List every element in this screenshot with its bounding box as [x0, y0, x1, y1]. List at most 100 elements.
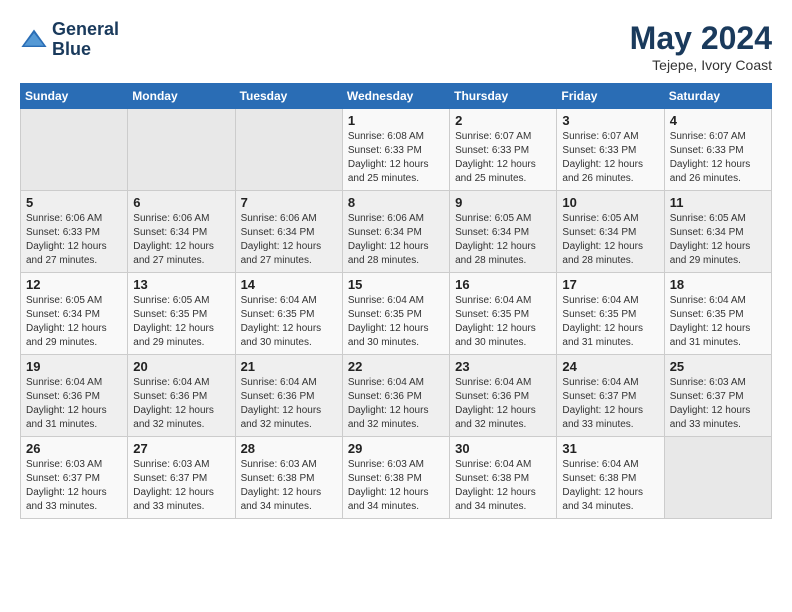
- day-info: Sunrise: 6:05 AMSunset: 6:34 PMDaylight:…: [26, 294, 122, 350]
- logo-line2: Blue: [52, 40, 119, 60]
- day-cell: 2 Sunrise: 6:07 AMSunset: 6:33 PMDaylight…: [450, 109, 557, 191]
- day-info: Sunrise: 6:04 AMSunset: 6:36 PMDaylight:…: [133, 376, 229, 432]
- logo-line1: General: [52, 20, 119, 40]
- day-info: Sunrise: 6:06 AMSunset: 6:34 PMDaylight:…: [241, 212, 337, 268]
- day-info: Sunrise: 6:04 AMSunset: 6:38 PMDaylight:…: [455, 458, 551, 514]
- day-info: Sunrise: 6:04 AMSunset: 6:35 PMDaylight:…: [670, 294, 766, 350]
- day-number: 5: [26, 195, 122, 210]
- day-cell: 23 Sunrise: 6:04 AMSunset: 6:36 PMDayligh…: [450, 355, 557, 437]
- calendar-body: 1Sunrise: 6:08 AMSunset: 6:33 PMDaylight…: [21, 109, 772, 519]
- day-info: Sunrise: 6:04 AMSunset: 6:35 PMDaylight:…: [455, 294, 551, 350]
- day-number: 23: [455, 359, 551, 374]
- day-cell: [128, 109, 235, 191]
- day-number: 9: [455, 195, 551, 210]
- day-cell: 22Sunrise: 6:04 AMSunset: 6:36 PMDayligh…: [342, 355, 449, 437]
- week-row-3: 12 Sunrise: 6:05 AMSunset: 6:34 PMDayligh…: [21, 273, 772, 355]
- day-number: 26: [26, 441, 122, 456]
- day-info: Sunrise: 6:04 AMSunset: 6:37 PMDaylight:…: [562, 376, 658, 432]
- day-info: Sunrise: 6:04 AMSunset: 6:38 PMDaylight:…: [562, 458, 658, 514]
- month-title: May 2024: [630, 20, 772, 57]
- day-cell: 18 Sunrise: 6:04 AMSunset: 6:35 PMDayligh…: [664, 273, 771, 355]
- day-info: Sunrise: 6:04 AMSunset: 6:35 PMDaylight:…: [562, 294, 658, 350]
- day-cell: 11Sunrise: 6:05 AMSunset: 6:34 PMDayligh…: [664, 191, 771, 273]
- day-info: Sunrise: 6:04 AMSunset: 6:36 PMDaylight:…: [26, 376, 122, 432]
- day-number: 7: [241, 195, 337, 210]
- day-number: 11: [670, 195, 766, 210]
- day-number: 18: [670, 277, 766, 292]
- day-number: 3: [562, 113, 658, 128]
- day-info: Sunrise: 6:05 AMSunset: 6:35 PMDaylight:…: [133, 294, 229, 350]
- day-info: Sunrise: 6:04 AMSunset: 6:35 PMDaylight:…: [241, 294, 337, 350]
- day-info: Sunrise: 6:07 AMSunset: 6:33 PMDaylight:…: [455, 130, 551, 186]
- day-info: Sunrise: 6:06 AMSunset: 6:33 PMDaylight:…: [26, 212, 122, 268]
- day-cell: 28Sunrise: 6:03 AMSunset: 6:38 PMDayligh…: [235, 437, 342, 519]
- day-cell: 15 Sunrise: 6:04 AMSunset: 6:35 PMDayligh…: [342, 273, 449, 355]
- day-number: 27: [133, 441, 229, 456]
- day-cell: 16 Sunrise: 6:04 AMSunset: 6:35 PMDayligh…: [450, 273, 557, 355]
- day-number: 17: [562, 277, 658, 292]
- day-number: 31: [562, 441, 658, 456]
- day-cell: 30 Sunrise: 6:04 AMSunset: 6:38 PMDayligh…: [450, 437, 557, 519]
- day-cell: 25 Sunrise: 6:03 AMSunset: 6:37 PMDayligh…: [664, 355, 771, 437]
- day-number: 4: [670, 113, 766, 128]
- logo: General Blue: [20, 20, 119, 60]
- day-cell: 27Sunrise: 6:03 AMSunset: 6:37 PMDayligh…: [128, 437, 235, 519]
- day-cell: 14 Sunrise: 6:04 AMSunset: 6:35 PMDayligh…: [235, 273, 342, 355]
- day-info: Sunrise: 6:06 AMSunset: 6:34 PMDaylight:…: [133, 212, 229, 268]
- day-cell: 8Sunrise: 6:06 AMSunset: 6:34 PMDaylight…: [342, 191, 449, 273]
- header-cell-friday: Friday: [557, 84, 664, 109]
- day-cell: 24 Sunrise: 6:04 AMSunset: 6:37 PMDayligh…: [557, 355, 664, 437]
- day-number: 25: [670, 359, 766, 374]
- day-cell: 26Sunrise: 6:03 AMSunset: 6:37 PMDayligh…: [21, 437, 128, 519]
- title-block: May 2024 Tejepe, Ivory Coast: [630, 20, 772, 73]
- day-number: 13: [133, 277, 229, 292]
- day-cell: 7 Sunrise: 6:06 AMSunset: 6:34 PMDaylight…: [235, 191, 342, 273]
- day-cell: 5 Sunrise: 6:06 AMSunset: 6:33 PMDaylight…: [21, 191, 128, 273]
- day-info: Sunrise: 6:05 AMSunset: 6:34 PMDaylight:…: [455, 212, 551, 268]
- day-number: 16: [455, 277, 551, 292]
- day-number: 21: [241, 359, 337, 374]
- day-number: 10: [562, 195, 658, 210]
- day-cell: 3 Sunrise: 6:07 AMSunset: 6:33 PMDaylight…: [557, 109, 664, 191]
- day-info: Sunrise: 6:03 AMSunset: 6:38 PMDaylight:…: [348, 458, 444, 514]
- day-number: 24: [562, 359, 658, 374]
- day-cell: 12 Sunrise: 6:05 AMSunset: 6:34 PMDayligh…: [21, 273, 128, 355]
- day-cell: [664, 437, 771, 519]
- day-cell: 6 Sunrise: 6:06 AMSunset: 6:34 PMDaylight…: [128, 191, 235, 273]
- header-cell-monday: Monday: [128, 84, 235, 109]
- day-cell: 20 Sunrise: 6:04 AMSunset: 6:36 PMDayligh…: [128, 355, 235, 437]
- header-cell-thursday: Thursday: [450, 84, 557, 109]
- day-cell: 1Sunrise: 6:08 AMSunset: 6:33 PMDaylight…: [342, 109, 449, 191]
- day-number: 20: [133, 359, 229, 374]
- day-number: 28: [241, 441, 337, 456]
- day-number: 29: [348, 441, 444, 456]
- day-number: 30: [455, 441, 551, 456]
- day-number: 19: [26, 359, 122, 374]
- day-info: Sunrise: 6:04 AMSunset: 6:36 PMDaylight:…: [241, 376, 337, 432]
- day-cell: 9 Sunrise: 6:05 AMSunset: 6:34 PMDaylight…: [450, 191, 557, 273]
- day-number: 12: [26, 277, 122, 292]
- day-cell: 21 Sunrise: 6:04 AMSunset: 6:36 PMDayligh…: [235, 355, 342, 437]
- header-row: SundayMondayTuesdayWednesdayThursdayFrid…: [21, 84, 772, 109]
- day-info: Sunrise: 6:03 AMSunset: 6:37 PMDaylight:…: [670, 376, 766, 432]
- day-info: Sunrise: 6:04 AMSunset: 6:35 PMDaylight:…: [348, 294, 444, 350]
- day-number: 2: [455, 113, 551, 128]
- header-cell-wednesday: Wednesday: [342, 84, 449, 109]
- day-cell: 10 Sunrise: 6:05 AMSunset: 6:34 PMDayligh…: [557, 191, 664, 273]
- calendar-table: SundayMondayTuesdayWednesdayThursdayFrid…: [20, 83, 772, 519]
- day-number: 6: [133, 195, 229, 210]
- day-number: 15: [348, 277, 444, 292]
- day-info: Sunrise: 6:07 AMSunset: 6:33 PMDaylight:…: [670, 130, 766, 186]
- day-cell: 31 Sunrise: 6:04 AMSunset: 6:38 PMDayligh…: [557, 437, 664, 519]
- day-info: Sunrise: 6:07 AMSunset: 6:33 PMDaylight:…: [562, 130, 658, 186]
- location: Tejepe, Ivory Coast: [630, 57, 772, 73]
- day-info: Sunrise: 6:05 AMSunset: 6:34 PMDaylight:…: [562, 212, 658, 268]
- day-info: Sunrise: 6:04 AMSunset: 6:36 PMDaylight:…: [455, 376, 551, 432]
- day-cell: 29 Sunrise: 6:03 AMSunset: 6:38 PMDayligh…: [342, 437, 449, 519]
- day-info: Sunrise: 6:08 AMSunset: 6:33 PMDaylight:…: [348, 130, 444, 186]
- week-row-4: 19 Sunrise: 6:04 AMSunset: 6:36 PMDayligh…: [21, 355, 772, 437]
- day-number: 14: [241, 277, 337, 292]
- header-cell-tuesday: Tuesday: [235, 84, 342, 109]
- day-info: Sunrise: 6:04 AMSunset: 6:36 PMDaylight:…: [348, 376, 444, 432]
- header-cell-saturday: Saturday: [664, 84, 771, 109]
